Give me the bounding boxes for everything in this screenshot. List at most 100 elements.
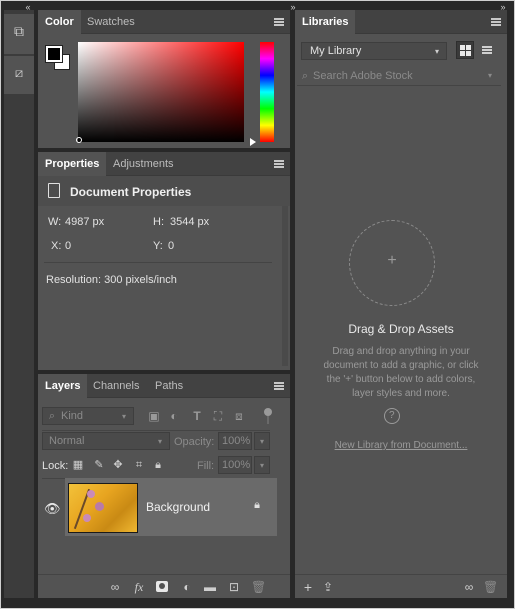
chevron-down-icon[interactable]: ▾	[485, 69, 495, 83]
layers-footer: ∞ fx ◐ ▬ ⊡ 🗑︎	[38, 574, 290, 598]
properties-scrollbar[interactable]	[282, 206, 288, 366]
pixel-filter-icon[interactable]: ▣	[148, 409, 160, 423]
opacity-input[interactable]: 100%	[218, 432, 252, 450]
tab-channels[interactable]: Channels	[86, 374, 146, 398]
tab-properties[interactable]: Properties	[38, 152, 107, 176]
panel-menu-icon[interactable]	[491, 18, 501, 26]
adjustment-filter-icon[interactable]: ◐	[168, 409, 180, 423]
libraries-tabbar: Libraries	[295, 10, 507, 34]
collapsed-panel-dock: ⧉ ⧄	[4, 10, 34, 598]
drop-text-line: Drag and drop anything in your	[332, 346, 470, 357]
list-view-icon[interactable]	[482, 46, 492, 55]
lock-artboard-icon[interactable]: ⌗	[133, 458, 145, 472]
fill-input[interactable]: 100%	[218, 456, 252, 474]
opacity-value: 100%	[222, 435, 251, 447]
smart-object-filter-icon[interactable]: ⧈	[233, 409, 245, 423]
layers-tabbar: Layers Channels Paths	[38, 374, 290, 398]
clone-source-dock-button[interactable]: ⧄	[4, 56, 34, 94]
x-label: X:	[51, 240, 62, 252]
clone-source-icon: ⧄	[14, 65, 24, 80]
width-value[interactable]: 4987 px	[65, 216, 104, 228]
chevron-down-icon: ▾	[121, 412, 126, 421]
filter-kind-label: Kind	[61, 410, 84, 422]
tab-paths[interactable]: Paths	[148, 374, 190, 398]
plus-icon: +	[387, 252, 397, 269]
divider	[42, 430, 270, 431]
tab-libraries[interactable]: Libraries	[295, 10, 356, 34]
foreground-color-swatch[interactable]	[45, 45, 63, 63]
properties-panel: Properties Adjustments Document Properti…	[38, 152, 290, 370]
drop-zone-circle[interactable]: +	[349, 220, 435, 306]
grid-view-button[interactable]	[456, 41, 474, 59]
tab-adjustments[interactable]: Adjustments	[106, 152, 181, 176]
tab-layers[interactable]: Layers	[38, 374, 88, 398]
chevron-down-icon: ▾	[434, 47, 439, 56]
libraries-footer: + ⇪ ∞ 🗑︎	[295, 574, 507, 598]
add-mask-icon[interactable]	[156, 581, 168, 592]
creative-cloud-icon[interactable]: ∞	[461, 580, 477, 594]
shape-filter-icon[interactable]: ⛶	[212, 409, 224, 423]
add-content-icon[interactable]: +	[301, 580, 315, 594]
help-icon[interactable]: ?	[384, 408, 400, 424]
properties-header: Document Properties	[38, 176, 290, 206]
library-select[interactable]: My Library ▾	[301, 42, 447, 60]
panel-menu-icon[interactable]	[274, 160, 284, 168]
history-icon: ⧉	[14, 23, 24, 39]
drop-text-line: the '+' button below to add colors,	[326, 374, 476, 385]
history-dock-button[interactable]: ⧉	[4, 14, 34, 54]
upload-icon[interactable]: ⇪	[321, 580, 335, 594]
panel-menu-icon[interactable]	[274, 382, 284, 390]
filter-toggle-stem	[267, 416, 269, 424]
lock-label: Lock:	[42, 460, 69, 472]
trash-icon[interactable]: 🗑︎	[251, 580, 266, 594]
width-label: W:	[48, 216, 62, 228]
fill-value: 100%	[222, 459, 251, 471]
chevron-down-icon: ▾	[259, 437, 264, 446]
height-value[interactable]: 3544 px	[170, 216, 209, 228]
hue-slider[interactable]	[260, 42, 274, 142]
hue-slider-handle[interactable]	[250, 138, 256, 146]
fill-dropdown[interactable]: ▾	[254, 456, 270, 474]
drop-text-line: layer styles and more.	[352, 388, 450, 399]
x-value[interactable]: 0	[65, 240, 71, 252]
y-label: Y:	[153, 240, 163, 252]
new-adjustment-layer-icon[interactable]: ◐	[180, 580, 194, 594]
library-select-value: My Library	[310, 45, 362, 57]
layer-name[interactable]: Background	[146, 500, 210, 514]
new-library-link[interactable]: New Library from Document...	[295, 440, 507, 451]
lock-position-icon[interactable]: ✥	[112, 458, 124, 472]
search-icon: ⌕	[48, 410, 56, 422]
y-value[interactable]: 0	[168, 240, 174, 252]
color-field[interactable]	[78, 42, 244, 142]
lock-transparent-pixels-icon[interactable]: ▦	[72, 458, 84, 472]
filter-toggle-icon[interactable]	[264, 408, 272, 416]
help-icon-glyph: ?	[389, 410, 395, 421]
blend-mode-select[interactable]: Normal ▾	[42, 432, 170, 450]
opacity-dropdown[interactable]: ▾	[254, 432, 270, 450]
tab-color[interactable]: Color	[38, 10, 81, 34]
new-layer-icon[interactable]: ⊡	[227, 580, 241, 594]
type-filter-icon[interactable]: T	[191, 409, 203, 423]
trash-icon[interactable]: 🗑︎	[483, 580, 498, 594]
layer-row-background[interactable]: Background 🔒︎	[65, 478, 277, 536]
stock-search-input[interactable]: Search Adobe Stock	[313, 70, 413, 82]
link-layers-icon[interactable]: ∞	[108, 580, 122, 594]
drop-title: Drag & Drop Assets	[348, 322, 454, 336]
grid-view-icon	[460, 51, 465, 56]
thumbnail-flower	[95, 502, 104, 511]
layer-lock-icon: 🔒︎	[254, 499, 260, 511]
chevron-down-icon: ▾	[157, 437, 162, 446]
color-picker-marker[interactable]	[76, 137, 82, 143]
visibility-eye-icon[interactable]: 👁︎	[44, 502, 61, 516]
color-panel: Color Swatches	[38, 10, 290, 148]
stock-search-bar[interactable]: ⌕ Search Adobe Stock ▾	[297, 66, 501, 86]
thumbnail-flower	[87, 490, 95, 498]
lock-image-pixels-icon[interactable]: ✎	[93, 458, 105, 472]
new-group-icon[interactable]: ▬	[203, 580, 217, 594]
grid-view-icon	[466, 45, 471, 50]
tab-swatches[interactable]: Swatches	[80, 10, 142, 34]
panel-menu-icon[interactable]	[274, 18, 284, 26]
layer-filter-select[interactable]: ⌕ Kind ▾	[42, 407, 134, 425]
layer-style-icon[interactable]: fx	[132, 580, 146, 594]
lock-all-icon[interactable]: 🔒︎	[152, 458, 164, 472]
